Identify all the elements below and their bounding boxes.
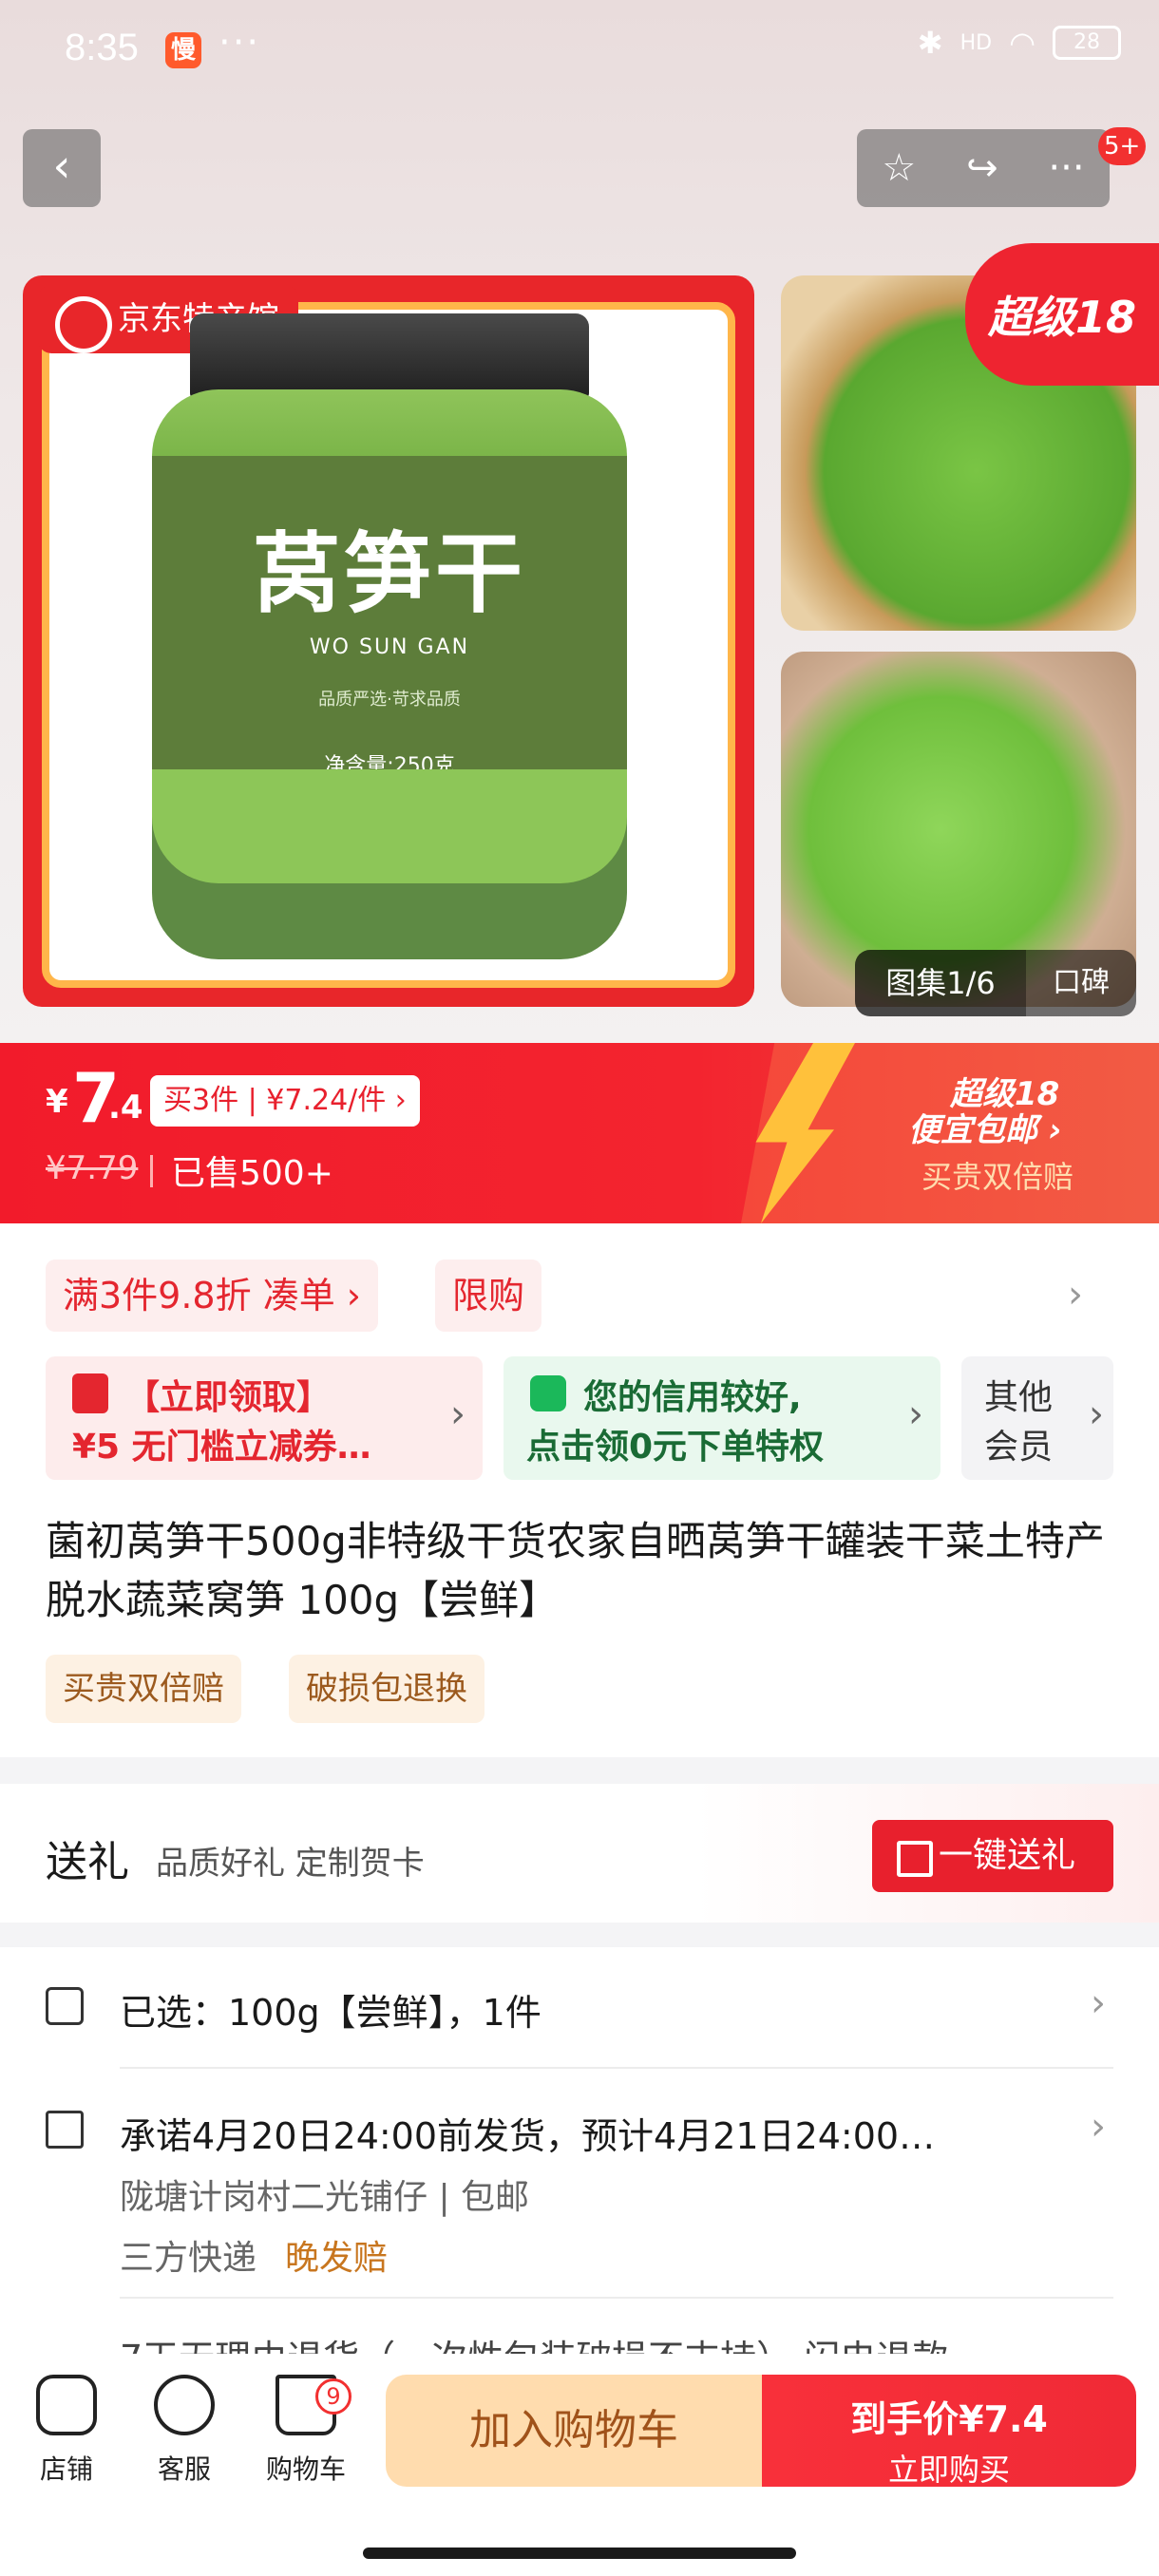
bluetooth-icon: ✱ [917, 25, 943, 61]
back-button[interactable]: ‹ [23, 129, 101, 207]
message-badge: 5+ [1098, 127, 1147, 165]
shop-label: 店铺 [39, 2453, 93, 2485]
status-bar: 8:35 慢 ··· ✱ HD ◠ 28 [0, 0, 1159, 104]
selected-icon [46, 1987, 84, 2025]
other-member-card[interactable]: 其他 会员 › [961, 1356, 1113, 1480]
credit-desc: 点击领0元下单特权 [526, 1428, 825, 1467]
price-decimal: .4 [108, 1089, 143, 1127]
gallery-count[interactable]: 图集1/6 [855, 950, 1026, 1016]
sold-count: 已售500+ [171, 1154, 333, 1193]
other-chevron-icon: › [1089, 1392, 1104, 1436]
credit-chevron-icon: › [908, 1392, 923, 1436]
share-icon[interactable]: ↪ [966, 146, 998, 190]
coupon-icon [72, 1373, 108, 1413]
price-divider [150, 1155, 153, 1187]
service-tab[interactable]: 客服 [137, 2375, 232, 2487]
late-compensation: 晚发赔 [285, 2239, 389, 2278]
guarantee-tag-1[interactable]: 买贵双倍赔 [46, 1655, 241, 1723]
jar-pinyin: WO SUN GAN [309, 635, 470, 659]
jar-title: 莴笋干 [252, 523, 526, 625]
gift-title: 送礼 [46, 1838, 129, 1886]
cart-count-badge: 9 [315, 2378, 352, 2415]
top-action-group: ☆ ↪ ··· [857, 129, 1110, 207]
divider [120, 2297, 1113, 2299]
jar-label: 莴笋干 WO SUN GAN 品质严选·苛求品质 净含量:250克 [152, 456, 627, 778]
coupon-chevron-icon: › [450, 1392, 466, 1436]
coupon-desc: ¥5 无门槛立减券… [72, 1428, 371, 1467]
discount-tag[interactable]: 满3件9.8折 凑单 › [46, 1260, 378, 1332]
buy-price: 到手价¥7.4 [850, 2398, 1048, 2440]
divider [120, 2067, 1113, 2069]
more-icon[interactable]: ··· [1048, 146, 1084, 190]
gallery-pill[interactable]: 图集1/6 口碑 [855, 950, 1136, 1016]
reputation-tab[interactable]: 口碑 [1026, 950, 1136, 1016]
wifi-icon: ◠ [1009, 25, 1036, 61]
service-icon [154, 2375, 215, 2435]
delivery-address: 陇塘计岗村二光铺仔 | 包邮 [120, 2178, 530, 2217]
original-price: ¥7.79 [46, 1149, 139, 1187]
status-time: 8:35 [65, 27, 139, 68]
status-right: ✱ HD ◠ 28 [918, 25, 1121, 61]
credit-card[interactable]: 您的信用较好, 点击领0元下单特权 › [504, 1356, 940, 1480]
multi-buy-tag[interactable]: 买3件 | ¥7.24/件 › [150, 1075, 420, 1127]
home-indicator [363, 2548, 796, 2559]
credit-icon [530, 1375, 566, 1411]
product-title: 菌初莴笋干500g非特级干货农家自晒莴笋干罐装干菜土特产脱水蔬菜窝笋 100g【… [46, 1518, 1105, 1623]
delivery-promise[interactable]: 承诺4月20日24:00前发货，预计4月21日24:00… [120, 2107, 935, 2159]
shop-icon [36, 2375, 97, 2435]
jar-illustration: 莴笋干 WO SUN GAN 品质严选·苛求品质 净含量:250克 [152, 313, 627, 978]
selected-spec[interactable]: 已选：100g【尝鲜】，1件 [120, 1983, 542, 2036]
buy-now-button[interactable]: 到手价¥7.4 立即购买 [762, 2375, 1136, 2488]
shop-tab[interactable]: 店铺 [19, 2375, 114, 2487]
coupon-card[interactable]: 【立即领取】 ¥5 无门槛立减券… › [46, 1356, 483, 1480]
guarantee-tag-2[interactable]: 破损包退换 [289, 1655, 484, 1723]
promo-line2[interactable]: 便宜包邮 › [908, 1104, 1062, 1150]
truck-icon [46, 2111, 84, 2149]
courier-type: 三方快递 [120, 2239, 257, 2278]
status-more-icon: ··· [218, 21, 261, 65]
coupon-title: 【立即领取】 [125, 1378, 332, 1417]
promo-line3: 买贵双倍赔 [922, 1159, 1074, 1195]
promo-chevron-icon[interactable]: › [1068, 1273, 1083, 1316]
cart-label: 购物车 [265, 2453, 346, 2485]
jar-lid [190, 313, 589, 399]
jar-bottom [152, 769, 627, 883]
battery-icon: 28 [1053, 26, 1121, 60]
credit-title: 您的信用较好, [583, 1378, 802, 1417]
add-to-cart-button[interactable]: 加入购物车 [386, 2375, 762, 2487]
price-currency: ¥ [46, 1083, 68, 1121]
signal-icon: HD [960, 30, 993, 55]
selected-chevron-icon[interactable]: › [1091, 1981, 1106, 2025]
buy-label: 立即购买 [887, 2452, 1010, 2488]
super18-badge: 超级18 [965, 243, 1159, 386]
other-line1: 其他 [984, 1378, 1054, 1417]
send-gift-button[interactable]: 一键送礼 [872, 1820, 1113, 1892]
jar-slogan: 品质严选·苛求品质 [318, 690, 461, 710]
favorite-star-icon[interactable]: ☆ [882, 146, 916, 190]
app-notification-icon: 慢 [165, 32, 201, 68]
other-line2: 会员 [984, 1428, 1054, 1467]
gift-subtitle: 品质好礼 定制贺卡 [156, 1845, 425, 1883]
limit-tag: 限购 [435, 1260, 542, 1332]
service-label: 客服 [157, 2453, 211, 2485]
delivery-chevron-icon[interactable]: › [1091, 2105, 1106, 2149]
